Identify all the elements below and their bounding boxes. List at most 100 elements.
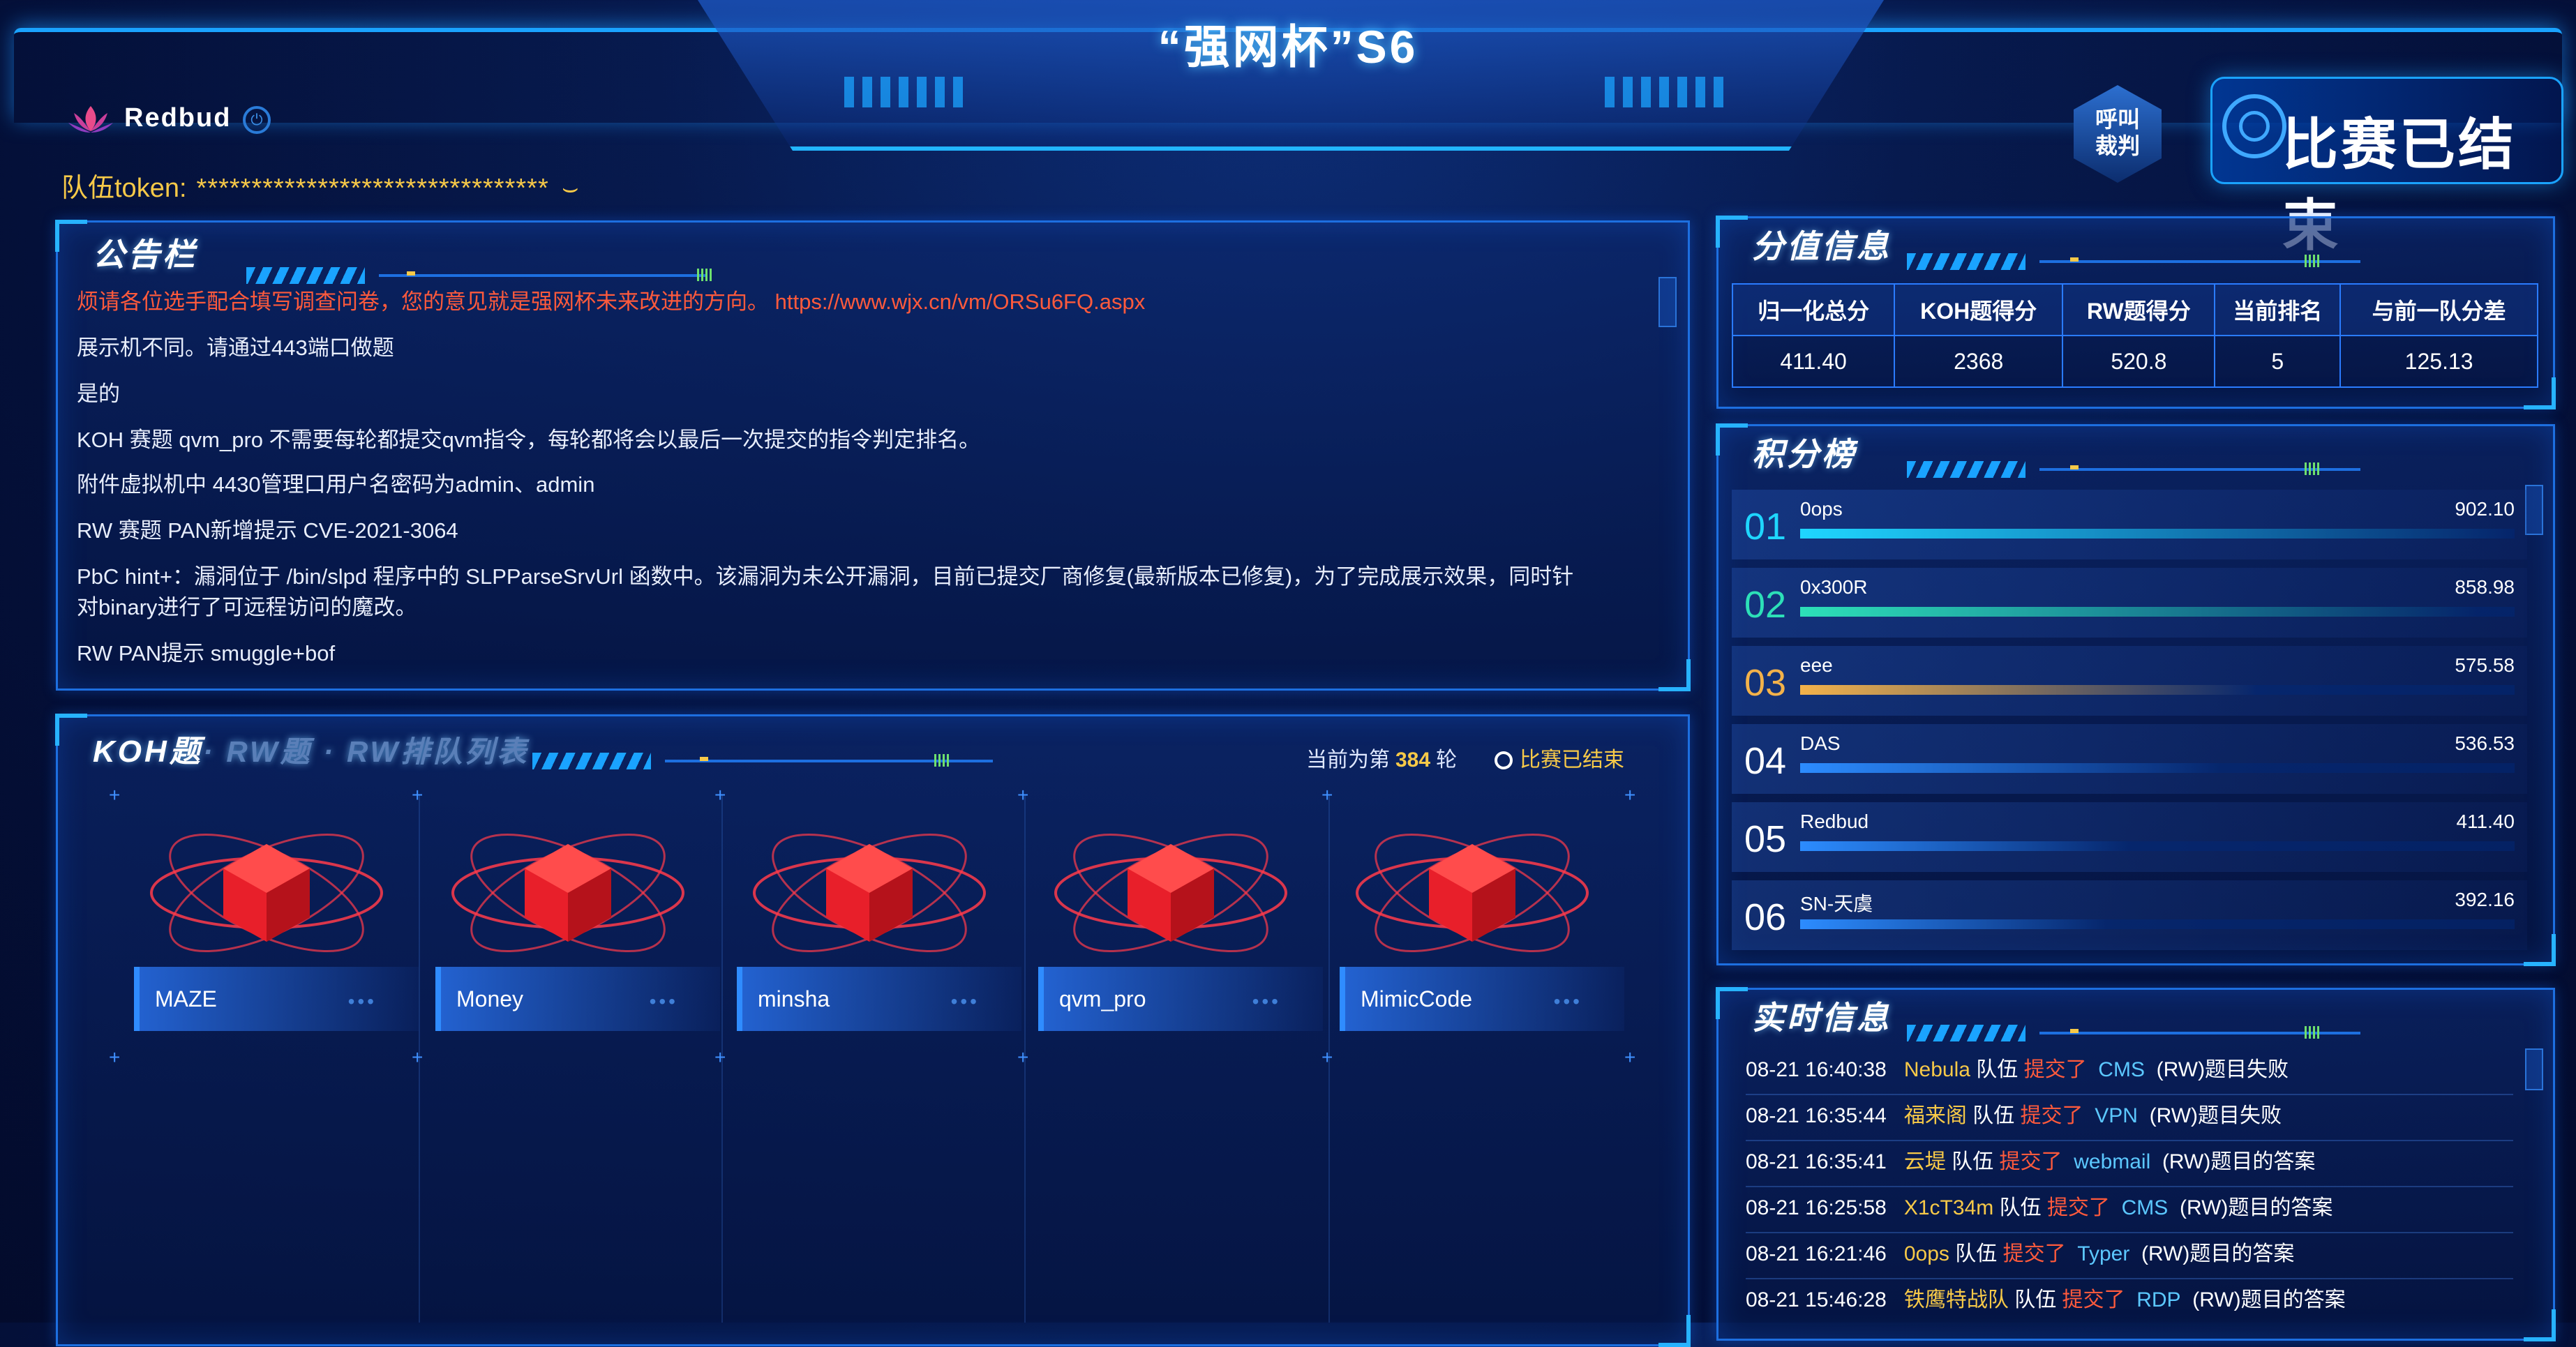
call-judge-label-2: 裁判: [2095, 133, 2140, 158]
title-deco-stripes: [1907, 253, 2025, 270]
leaderboard-row: 06 SN-天虞 392.16: [1732, 880, 2527, 950]
lotus-logo-icon: [68, 106, 113, 133]
feed-action: 提交了: [2046, 1196, 2110, 1219]
feed-challenge: CMS: [2121, 1196, 2169, 1219]
grid-cross: +: [412, 784, 424, 806]
feed-challenge: Typer: [2077, 1242, 2130, 1265]
leaderboard-bar-track: [1800, 763, 2515, 773]
grid-cross: +: [1321, 1046, 1333, 1068]
feed-time: 08-21 16:40:38: [1746, 1058, 1887, 1081]
challenge-card-money[interactable]: Money •••: [435, 802, 720, 1095]
title-deco-dot: [2070, 1029, 2079, 1033]
challenge-name: MAZE: [155, 986, 217, 1011]
power-icon[interactable]: ⏻: [243, 106, 271, 134]
feed-item: 08-21 16:40:38 Nebula 队伍 提交了 CMS (RW)题目失…: [1746, 1048, 2513, 1095]
leaderboard-bar-track: [1800, 529, 2515, 539]
title-deco-bars: [697, 269, 712, 281]
leaderboard-score: 392.16: [2455, 889, 2515, 910]
leaderboard-bar: [1800, 841, 2129, 851]
call-judge-label-1: 呼叫: [2095, 107, 2140, 132]
feed-result: (RW)题目失败: [2149, 1104, 2282, 1127]
leaderboard-bar: [1800, 685, 2258, 695]
more-icon: •••: [950, 991, 980, 1012]
leaderboard-scrollbar[interactable]: [2525, 485, 2543, 535]
feed-item: 08-21 16:35:41 云堤 队伍 提交了 webmail (RW)题目的…: [1746, 1140, 2513, 1187]
leaderboard-title: 积分榜: [1752, 436, 1857, 472]
feed-mid: 队伍: [1952, 1150, 1994, 1173]
tab-koh[interactable]: KOH题: [93, 735, 203, 769]
score-normalized: 411.40: [1731, 335, 1896, 388]
challenge-card-minsha[interactable]: minsha •••: [737, 802, 1021, 1095]
feed-action: 提交了: [2023, 1058, 2087, 1081]
eye-closed-icon[interactable]: ⌣: [562, 174, 579, 203]
challenge-name: MimicCode: [1361, 986, 1473, 1011]
grid-cross: +: [1017, 784, 1029, 806]
title-deco-bars: [2305, 255, 2320, 267]
leaderboard-score: 411.40: [2456, 811, 2515, 832]
leaderboard-team: SN-天虞: [1800, 893, 1873, 915]
title-deco-dot: [2070, 257, 2079, 262]
team-name: Redbud: [124, 103, 232, 133]
feed-team: 福来阁: [1903, 1104, 1967, 1127]
title-deco-stripes: [1907, 461, 2025, 478]
feed-time: 08-21 16:25:58: [1746, 1196, 1887, 1219]
leaderboard-row: 04 DAS 536.53: [1732, 724, 2527, 794]
round-prefix: 当前为第: [1306, 748, 1390, 772]
leaderboard-row: 05 Redbud 411.40: [1732, 802, 2527, 872]
grid-cross: +: [714, 1046, 726, 1068]
title-deco-dot: [2070, 465, 2079, 469]
title-deco-bars: [934, 754, 950, 767]
title-deco-stripes: [246, 267, 365, 284]
leaderboard-score: 536.53: [2455, 732, 2515, 754]
leaderboard-bar-track: [1800, 685, 2515, 695]
leaderboard-team: 0ops: [1800, 498, 1843, 520]
grid-cross: +: [109, 784, 121, 806]
title-deco-stripes: [532, 753, 651, 769]
leaderboard-score: 575.58: [2455, 654, 2515, 676]
realtime-scrollbar[interactable]: [2525, 1048, 2543, 1090]
feed-item: 08-21 16:21:46 0ops 队伍 提交了 Typer (RW)题目的…: [1746, 1232, 2513, 1279]
feed-item: 08-21 15:46:28 铁鹰特战队 队伍 提交了 RDP (RW)题目的答…: [1746, 1278, 2513, 1324]
announcement-item: KOH 赛题 qvm_pro 不需要每轮都提交qvm指令，每轮都将会以最后一次提…: [77, 428, 981, 452]
realtime-title: 实时信息: [1752, 1000, 1892, 1036]
announcement-item: 是的: [77, 382, 120, 406]
leaderboard-team: 0x300R: [1800, 576, 1868, 598]
announcement-item[interactable]: 烦请各位选手配合填写调查问卷，您的意见就是强网杯未来改进的方向。 https:/…: [77, 286, 1668, 318]
challenge-cube-icon: [150, 833, 383, 953]
leaderboard-bar-track: [1800, 919, 2515, 929]
challenge-label: MimicCode •••: [1340, 967, 1624, 1031]
score-rw: 520.8: [2062, 335, 2216, 388]
score-koh: 2368: [1894, 335, 2064, 388]
challenge-card-qvm-pro[interactable]: qvm_pro •••: [1038, 802, 1323, 1095]
title-deco-bars: [2305, 462, 2320, 475]
tab-rw-and-queue[interactable]: · RW题 · RW排队列表: [203, 735, 529, 768]
score-gap: 125.13: [2339, 335, 2538, 388]
score-col-header: 与前一队分差: [2339, 283, 2538, 336]
feed-mid: 队伍: [1955, 1242, 1998, 1265]
title-deco-bars: [2305, 1026, 2320, 1039]
feed-team: 0ops: [1903, 1242, 1949, 1265]
leaderboard-row: 03 eee 575.58: [1732, 646, 2527, 716]
gauge-icon: [2222, 94, 2286, 158]
challenge-card-mimiccode[interactable]: MimicCode •••: [1340, 802, 1624, 1095]
title-deco-dot: [700, 757, 708, 761]
score-col-header: 当前排名: [2214, 283, 2342, 336]
leaderboard-team: DAS: [1800, 732, 1841, 754]
feed-item: 08-21 16:25:58 X1cT34m 队伍 提交了 CMS (RW)题目…: [1746, 1186, 2513, 1233]
challenge-card-maze[interactable]: MAZE •••: [134, 802, 419, 1095]
announcement-item: 附件虚拟机中 4430管理口用户名密码为admin、admin: [77, 472, 595, 497]
score-info-title: 分值信息: [1752, 228, 1892, 264]
challenge-label: qvm_pro •••: [1038, 967, 1323, 1031]
challenge-cube-icon: [1356, 833, 1589, 953]
round-info: 当前为第 384 轮: [1306, 742, 1457, 773]
leaderboard-rank: 06: [1744, 896, 1787, 938]
feed-time: 08-21 16:35:41: [1746, 1150, 1887, 1173]
leaderboard-bar-track: [1800, 607, 2515, 617]
token-value: ********************************: [196, 174, 549, 203]
announcement-title: 公告栏: [93, 236, 197, 273]
leaderboard-rank: 01: [1744, 506, 1787, 548]
grid-cross: +: [1321, 784, 1333, 806]
more-icon: •••: [347, 991, 377, 1012]
feed-result: (RW)题目的答案: [2141, 1242, 2295, 1265]
leaderboard-row: 02 0x300R 858.98: [1732, 568, 2527, 638]
